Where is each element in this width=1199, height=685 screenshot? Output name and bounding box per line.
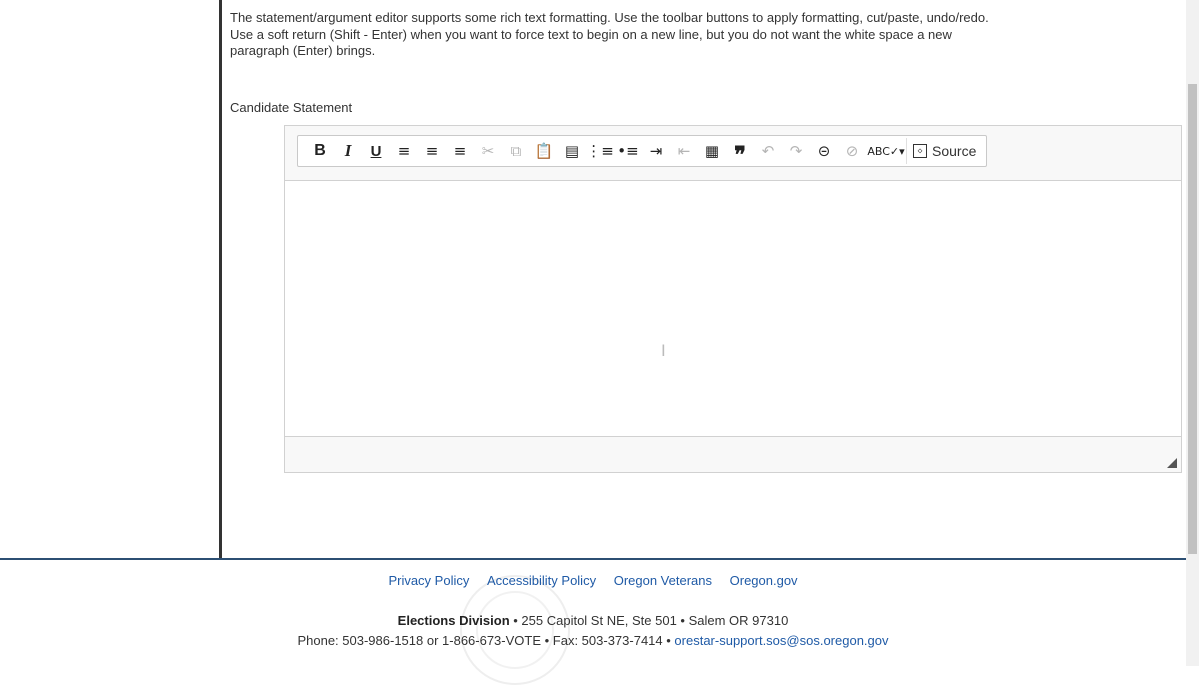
footer-phone-line: Phone: 503-986-1518 or 1-866-673-VOTE • … <box>0 631 1186 651</box>
page-scrollbar[interactable] <box>1186 0 1199 666</box>
align-center-icon[interactable]: ≡ <box>418 137 446 165</box>
editor-content-area[interactable]: I <box>285 180 1181 437</box>
paste-icon[interactable]: 📋 <box>530 137 558 165</box>
privacy-policy-link[interactable]: Privacy Policy <box>388 573 469 588</box>
instructions-line-2: Use a soft return (Shift - Enter) when y… <box>230 26 952 42</box>
align-left-icon[interactable]: ≡ <box>390 137 418 165</box>
footer-address-line: Elections Division • 255 Capitol St NE, … <box>0 611 1186 631</box>
redo-icon[interactable]: ↷ <box>782 137 810 165</box>
blockquote-icon[interactable]: ❞ <box>726 137 754 167</box>
left-column-divider <box>219 0 222 558</box>
cut-icon[interactable]: ✂ <box>474 137 502 165</box>
editor-instructions: The statement/argument editor supports s… <box>230 10 1160 60</box>
bold-button[interactable]: B <box>306 137 334 165</box>
oregon-veterans-link[interactable]: Oregon Veterans <box>614 573 712 588</box>
footer-divider <box>0 558 1186 560</box>
editor-toolbar: B I U ≡ ≡ ≡ ✂ ⧉ 📋 ▤ ⋮≡ •≡ ⇥ ⇤ ▦ ❞ ↶ ↷ ⊝ … <box>297 135 988 167</box>
support-email-link[interactable]: orestar-support.sos@sos.oregon.gov <box>674 633 888 648</box>
italic-button[interactable]: I <box>334 137 362 165</box>
underline-button[interactable]: U <box>362 137 390 165</box>
indent-icon[interactable]: ⇥ <box>642 137 670 165</box>
footer-street-address: • 255 Capitol St NE, Ste 501 • Salem OR … <box>509 613 789 628</box>
footer-contact: Elections Division • 255 Capitol St NE, … <box>0 611 1186 651</box>
resize-grip-icon[interactable] <box>1167 458 1177 468</box>
paste-text-icon[interactable]: ▤ <box>558 137 586 165</box>
accessibility-policy-link[interactable]: Accessibility Policy <box>487 573 596 588</box>
outdent-icon[interactable]: ⇤ <box>670 137 698 165</box>
spellcheck-icon[interactable]: ABC✓▾ <box>866 137 906 165</box>
instructions-line-1: The statement/argument editor supports s… <box>230 10 989 25</box>
text-cursor-icon: I <box>661 341 666 360</box>
source-icon: ◇ <box>913 144 927 158</box>
numbered-list-icon[interactable]: ⋮≡ <box>586 137 614 165</box>
elections-division-name: Elections Division <box>397 613 510 628</box>
scrollbar-thumb[interactable] <box>1188 84 1197 554</box>
link-icon[interactable]: ⊝ <box>810 137 838 165</box>
undo-icon[interactable]: ↶ <box>754 137 782 165</box>
align-right-icon[interactable]: ≡ <box>446 137 474 165</box>
footer-links: Privacy Policy Accessibility Policy Oreg… <box>0 573 1186 588</box>
oregon-gov-link[interactable]: Oregon.gov <box>730 573 798 588</box>
rich-text-editor: B I U ≡ ≡ ≡ ✂ ⧉ 📋 ▤ ⋮≡ •≡ ⇥ ⇤ ▦ ❞ ↶ ↷ ⊝ … <box>284 125 1182 473</box>
instructions-line-3: paragraph (Enter) brings. <box>230 43 376 58</box>
bulleted-list-icon[interactable]: •≡ <box>614 137 642 165</box>
candidate-statement-label: Candidate Statement <box>230 100 353 115</box>
copy-icon[interactable]: ⧉ <box>502 137 530 165</box>
table-icon[interactable]: ▦ <box>698 137 726 165</box>
footer-phone-fax: Phone: 503-986-1518 or 1-866-673-VOTE • … <box>297 633 675 648</box>
unlink-icon[interactable]: ⊘ <box>838 137 866 165</box>
source-label: Source <box>932 143 977 159</box>
source-button[interactable]: ◇ Source <box>906 138 982 164</box>
